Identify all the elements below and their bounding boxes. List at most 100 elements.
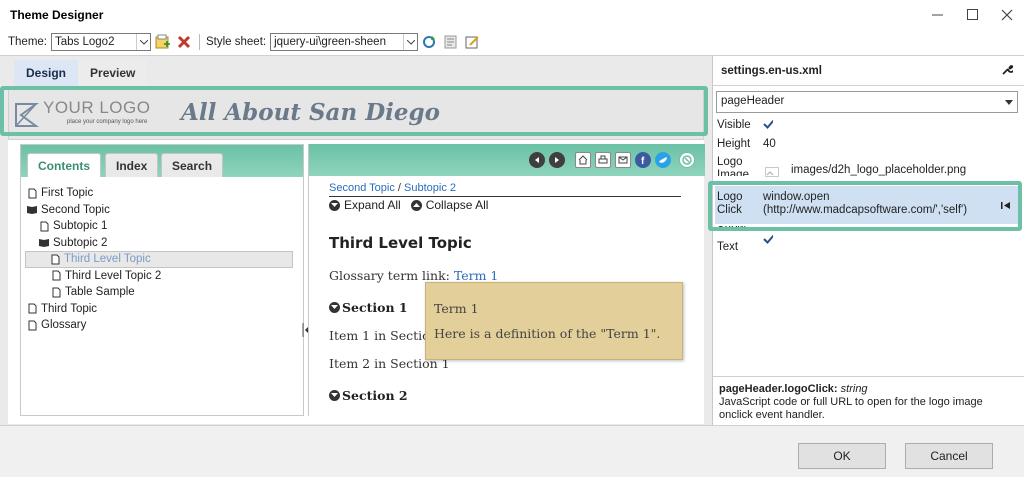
toc-item-first-topic[interactable]: First Topic xyxy=(27,185,161,202)
checkmark-icon xyxy=(763,119,773,129)
facebook-icon[interactable]: f xyxy=(635,152,651,168)
prop-show-text-label-line-2: Text xyxy=(717,241,739,253)
delete-icon[interactable] xyxy=(175,33,193,51)
topic-toolbar: f xyxy=(309,144,705,176)
new-theme-icon[interactable] xyxy=(154,33,172,51)
expand-all-link[interactable]: Expand All xyxy=(344,198,401,212)
chevron-down-icon xyxy=(1005,96,1013,108)
description-property-type: string xyxy=(840,383,868,395)
open-book-icon xyxy=(39,237,50,248)
share-icon[interactable] xyxy=(679,152,695,168)
properties-pane: settings.en-us.xml pageHeader Visible He… xyxy=(712,55,1024,425)
title-bar: Theme Designer xyxy=(0,0,1024,30)
section-1-toggle[interactable]: Section 1 xyxy=(329,300,408,315)
toolbar-divider xyxy=(199,34,200,50)
visible-checkbox[interactable] xyxy=(763,119,773,132)
breadcrumb-divider xyxy=(329,196,681,197)
breadcrumb: Second Topic / Subtopic 2 xyxy=(329,182,456,194)
section-2-toggle[interactable]: Section 2 xyxy=(329,388,408,403)
toc-item-subtopic-2[interactable]: Subtopic 2 xyxy=(27,235,161,252)
section-1-label: Section 1 xyxy=(342,300,408,315)
toc-item-label: Subtopic 1 xyxy=(53,220,108,232)
breadcrumb-separator: / xyxy=(394,182,405,194)
item-1-text: Item 1 in Section xyxy=(329,328,438,343)
toc-item-label: Third Level Topic 2 xyxy=(65,269,162,282)
open-book-icon xyxy=(27,204,38,215)
stylesheet-select[interactable]: jquery-ui\green-sheen xyxy=(270,33,419,51)
toc-item-second-topic[interactable]: Second Topic xyxy=(27,202,161,219)
expand-icon xyxy=(329,302,340,313)
description-text: JavaScript code or full URL to open for … xyxy=(719,396,983,421)
home-icon[interactable] xyxy=(575,152,591,168)
cancel-button[interactable]: Cancel xyxy=(905,443,993,469)
toc-item-label: Third Topic xyxy=(41,302,98,315)
tab-search[interactable]: Search xyxy=(161,153,224,177)
element-selector[interactable]: pageHeader xyxy=(716,91,1018,113)
collapse-icon xyxy=(410,199,422,211)
breadcrumb-link-subtopic-2[interactable]: Subtopic 2 xyxy=(404,182,456,194)
glossary-term-link[interactable]: Term 1 xyxy=(454,268,499,283)
window-title: Theme Designer xyxy=(10,8,104,22)
svg-text:f: f xyxy=(641,156,645,165)
prop-logo-image-label: Logo Image xyxy=(717,156,749,176)
edit-stylesheet-icon[interactable] xyxy=(463,33,481,51)
minimize-button[interactable] xyxy=(921,4,955,26)
page-icon xyxy=(50,254,61,265)
refresh-stylesheet-icon[interactable] xyxy=(421,33,439,51)
stylesheet-select-value: jquery-ui\green-sheen xyxy=(274,36,386,48)
popup-term: Term 1 xyxy=(434,301,479,316)
next-topic-icon[interactable] xyxy=(549,152,565,168)
page-icon xyxy=(27,188,38,199)
logo-click-highlight-frame xyxy=(708,181,1022,231)
wrench-icon[interactable] xyxy=(1001,64,1015,79)
breadcrumb-link-second-topic[interactable]: Second Topic xyxy=(329,182,395,194)
prop-logo-image-label-line-1: Logo xyxy=(717,156,743,168)
image-placeholder-icon xyxy=(765,166,779,180)
previous-topic-icon[interactable] xyxy=(529,152,545,168)
tab-preview[interactable]: Preview xyxy=(78,60,148,86)
toc-item-glossary[interactable]: Glossary xyxy=(27,317,161,334)
print-icon[interactable] xyxy=(595,152,611,168)
page-icon xyxy=(51,270,62,281)
navigation-panel: Contents Index Search First Topic Second… xyxy=(20,144,304,416)
glossary-paragraph: Glossary term link: Term 1 xyxy=(329,268,498,283)
description-property-name: pageHeader.logoClick: xyxy=(719,383,838,395)
collapse-all-link[interactable]: Collapse All xyxy=(426,198,489,212)
stylesheet-icon[interactable] xyxy=(442,33,460,51)
toc-item-third-topic[interactable]: Third Topic xyxy=(27,301,161,318)
toc-item-third-level-topic-2[interactable]: Third Level Topic 2 xyxy=(27,268,161,285)
toolbar: Theme: Tabs Logo2 Style sheet: jquery-ui… xyxy=(0,30,712,54)
settings-file-name: settings.en-us.xml xyxy=(721,65,822,77)
topic-content: f Second Topic / Subtopic 2 Expand All C… xyxy=(308,144,705,416)
nav-tabs-bar: Contents Index Search xyxy=(21,145,303,177)
toc-item-third-level-topic[interactable]: Third Level Topic xyxy=(25,251,293,268)
designer-tabs: Design Preview xyxy=(14,60,148,86)
toc-item-label: Subtopic 2 xyxy=(53,236,108,249)
popup-definition: Here is a definition of the "Term 1". xyxy=(434,326,661,341)
prop-logo-image-label-line-2: Image xyxy=(717,169,749,176)
topic-title: Third Level Topic xyxy=(329,234,472,252)
ok-button[interactable]: OK xyxy=(798,443,886,469)
page-icon xyxy=(39,221,50,232)
tab-design[interactable]: Design xyxy=(14,60,79,86)
toc-item-label: Table Sample xyxy=(65,286,135,298)
email-icon[interactable] xyxy=(615,152,631,168)
height-value[interactable]: 40 xyxy=(763,138,776,150)
page-icon xyxy=(27,303,38,314)
tab-contents[interactable]: Contents xyxy=(27,153,101,177)
theme-select[interactable]: Tabs Logo2 xyxy=(51,33,151,51)
stylesheet-label: Style sheet: xyxy=(206,36,267,48)
chevron-down-icon xyxy=(136,34,150,50)
toc-item-subtopic-1[interactable]: Subtopic 1 xyxy=(27,218,161,235)
logo-image-value[interactable]: images/d2h_logo_placeholder.png xyxy=(791,164,966,176)
header-highlight-frame xyxy=(0,86,708,136)
maximize-button[interactable] xyxy=(956,4,990,26)
show-text-checkbox[interactable] xyxy=(763,234,773,247)
theme-select-value: Tabs Logo2 xyxy=(55,36,115,48)
twitter-icon[interactable] xyxy=(655,152,671,168)
checkmark-icon xyxy=(763,234,773,244)
tab-index[interactable]: Index xyxy=(105,153,159,177)
toc-item-table-sample[interactable]: Table Sample xyxy=(27,284,161,301)
glossary-popup: Term 1 Here is a definition of the "Term… xyxy=(425,282,683,360)
close-button[interactable] xyxy=(990,4,1024,26)
